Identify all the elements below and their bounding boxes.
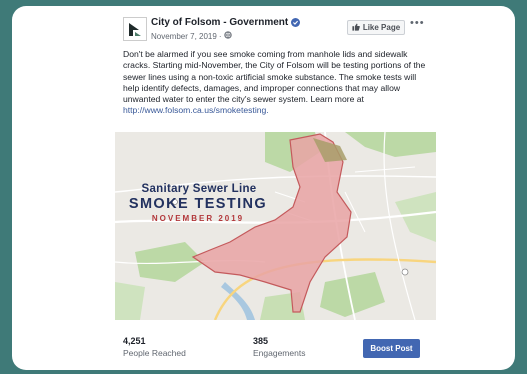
engagements-stat[interactable]: 385 Engagements bbox=[253, 336, 305, 358]
verified-badge-icon bbox=[291, 18, 301, 27]
post-message: Don't be alarmed if you see smoke coming… bbox=[123, 49, 426, 116]
map-title-line3: NOVEMBER 2019 bbox=[151, 214, 245, 223]
page-name-link[interactable]: City of Folsom - Government bbox=[151, 17, 301, 28]
more-options-icon[interactable]: ••• bbox=[410, 18, 425, 29]
smoke-testing-link[interactable]: http://www.folsom.ca.us/smoketesting. bbox=[123, 105, 269, 115]
map-title-line2: SMOKE TESTING bbox=[128, 196, 268, 212]
like-thumb-icon bbox=[352, 23, 360, 33]
page-avatar-icon[interactable] bbox=[123, 17, 147, 41]
facebook-post: City of Folsom - Government November 7, … bbox=[115, 6, 436, 370]
globe-icon bbox=[223, 31, 232, 41]
boost-post-button[interactable]: Boost Post bbox=[363, 339, 420, 358]
post-meta: November 7, 2019 · bbox=[151, 31, 232, 41]
map-title-line1: Sanitary Sewer Line bbox=[141, 183, 257, 195]
like-page-button[interactable]: Like Page bbox=[347, 20, 405, 35]
post-card: City of Folsom - Government November 7, … bbox=[12, 6, 515, 370]
people-reached-stat[interactable]: 4,251 People Reached bbox=[123, 336, 186, 358]
smoke-testing-map-image[interactable]: Sanitary Sewer Line SMOKE TESTING NOVEMB… bbox=[115, 132, 436, 320]
post-date[interactable]: November 7, 2019 bbox=[151, 32, 217, 41]
